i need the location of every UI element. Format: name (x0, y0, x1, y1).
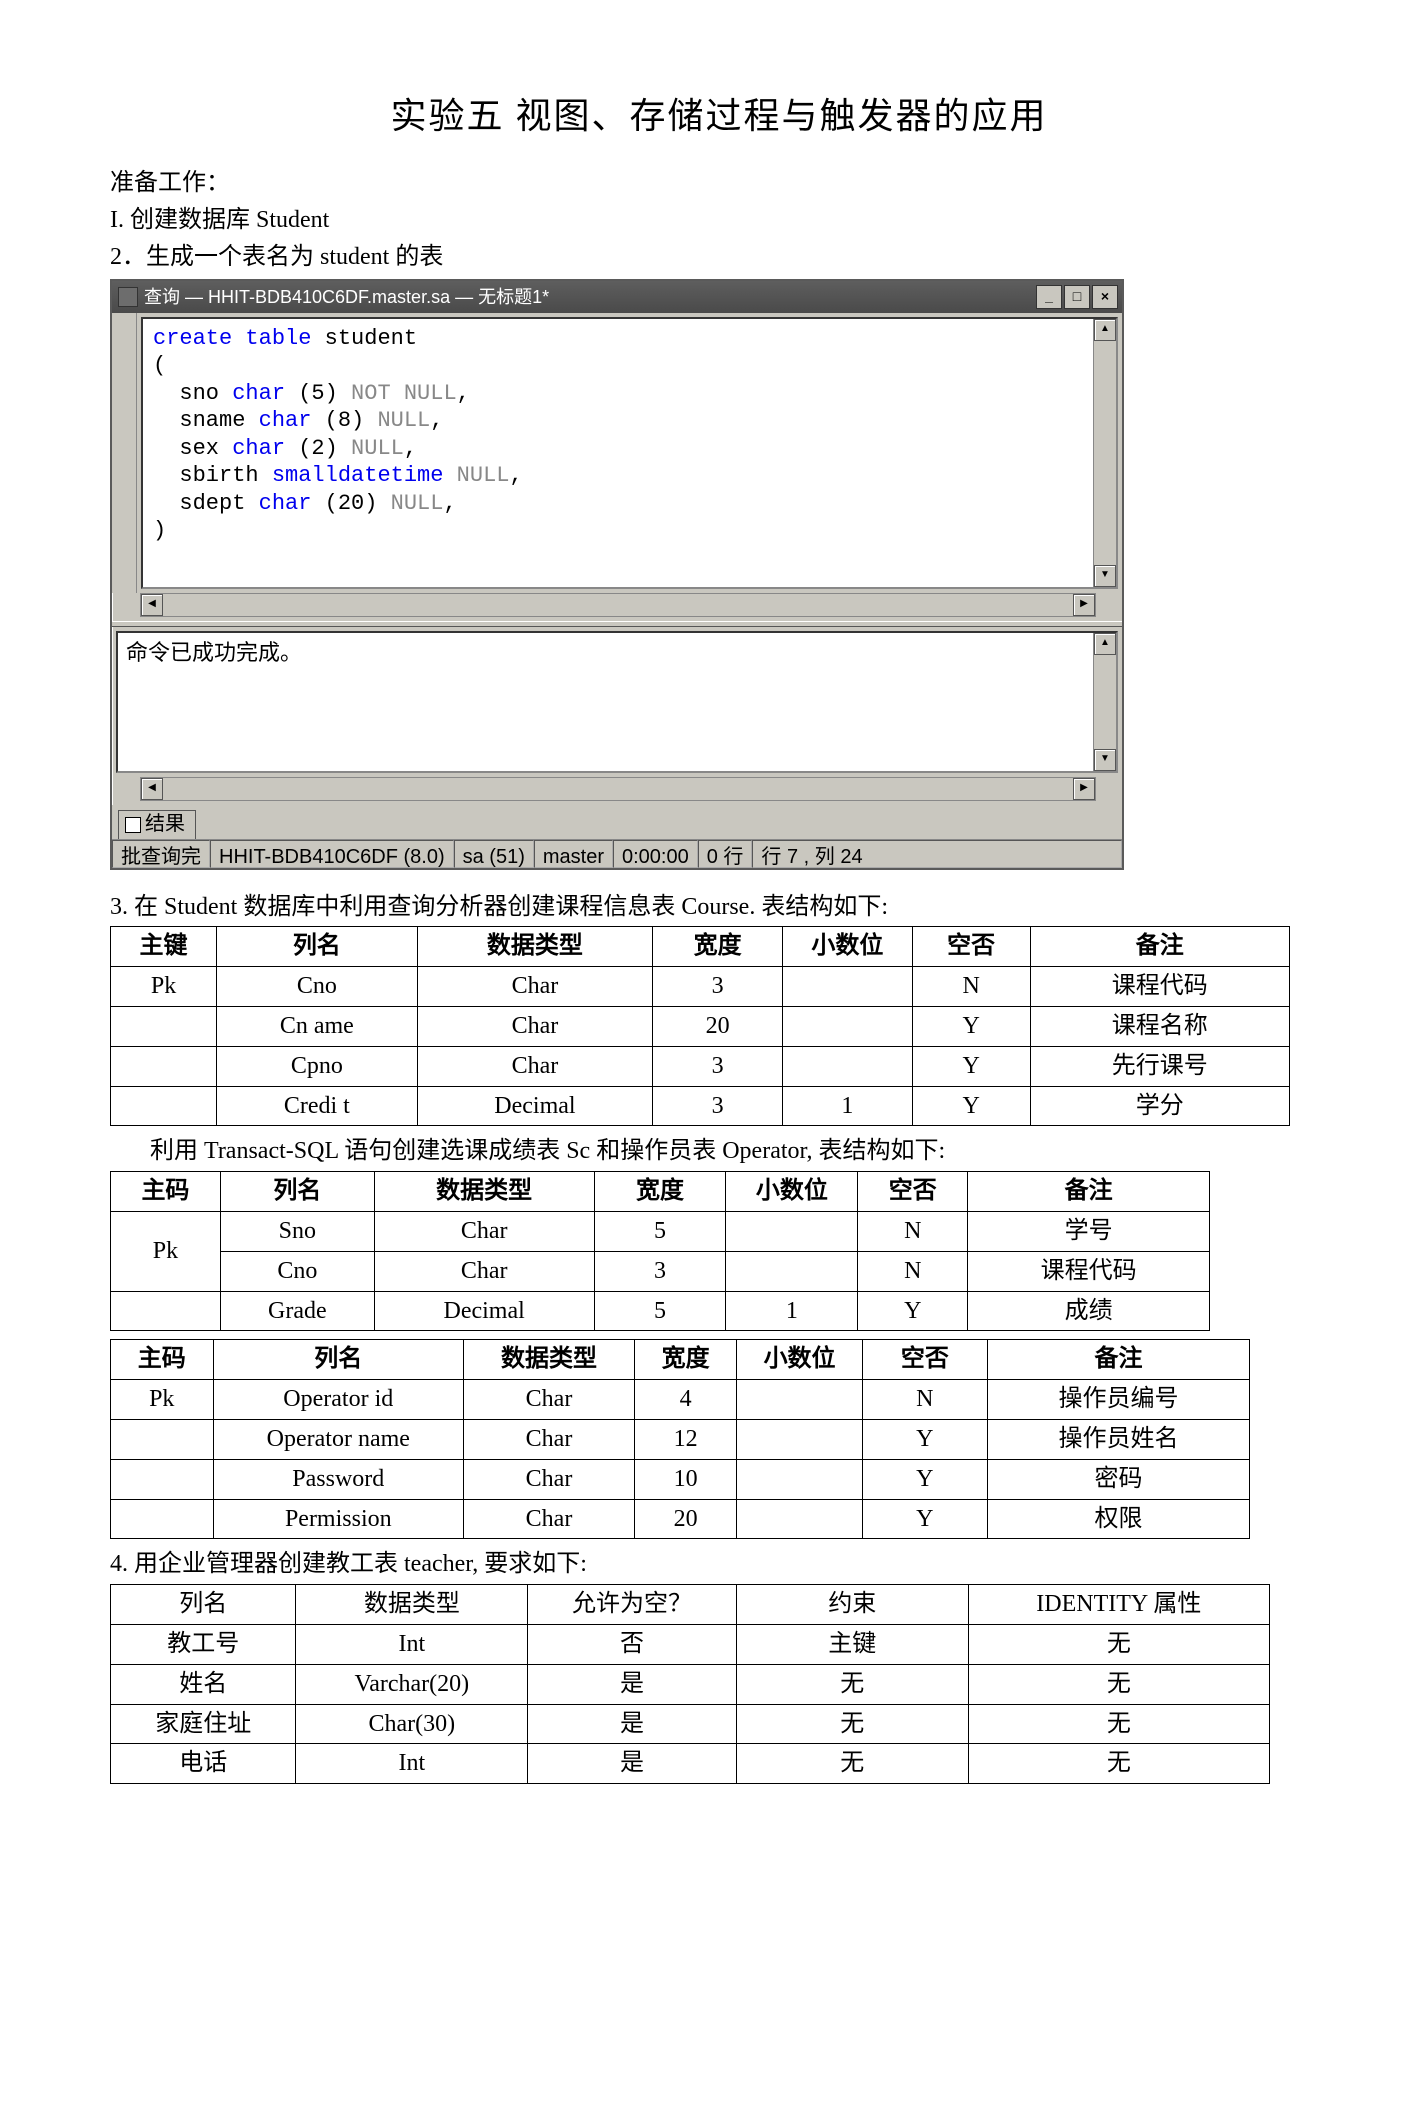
status-rows: 0 行 (698, 840, 753, 868)
table-header-row: 列名数据类型允许为空？约束IDENTITY 属性 (111, 1585, 1270, 1625)
col-scale: 小数位 (783, 927, 913, 967)
window-titlebar[interactable]: 查询 — HHIT-BDB410C6DF.master.sa — 无标题1* _… (112, 281, 1122, 313)
editor-hscrollbar[interactable]: ◀ ▶ (140, 593, 1096, 617)
col-pk: 主键 (111, 927, 217, 967)
window-title: 查询 — HHIT-BDB410C6DF.master.sa — 无标题1* (144, 284, 1036, 310)
scroll-left-icon[interactable]: ◀ (141, 594, 163, 616)
col-remark: 备注 (1030, 927, 1289, 967)
scroll-up-icon[interactable]: ▲ (1094, 633, 1116, 655)
results-tab-icon (125, 817, 141, 833)
table-row: PasswordChar10Y密码 (111, 1459, 1250, 1499)
close-button[interactable]: × (1092, 285, 1118, 309)
table-header-row: 主键 列名 数据类型 宽度 小数位 空否 备注 (111, 927, 1290, 967)
step-2: 2．生成一个表名为 student 的表 (110, 240, 1328, 275)
step-1: I. 创建数据库 Student (110, 203, 1328, 238)
results-vscrollbar[interactable]: ▲ ▼ (1093, 633, 1116, 771)
step-4: 4. 用企业管理器创建教工表 teacher, 要求如下: (110, 1547, 1328, 1582)
table-row: Cn ameChar20Y课程名称 (111, 1006, 1290, 1046)
scroll-left-icon[interactable]: ◀ (141, 778, 163, 800)
status-server: HHIT-BDB410C6DF (8.0) (210, 840, 454, 868)
table-row: PkSnoChar5N学号 (111, 1211, 1210, 1251)
table-row: 家庭住址Char(30)是无无 (111, 1704, 1270, 1744)
table-header-row: 主码列名数据类型宽度小数位空否备注 (111, 1340, 1250, 1380)
scroll-right-icon[interactable]: ▶ (1073, 778, 1095, 800)
query-analyzer-window: 查询 — HHIT-BDB410C6DF.master.sa — 无标题1* _… (110, 279, 1124, 870)
window-icon (118, 287, 138, 307)
tab-label: 结果 (145, 810, 185, 839)
status-cursor: 行 7 , 列 24 (752, 840, 1122, 868)
table-operator: 主码列名数据类型宽度小数位空否备注 PkOperator idChar4N操作员… (110, 1339, 1250, 1539)
col-name: 列名 (217, 927, 417, 967)
table-row: PermissionChar20Y权限 (111, 1499, 1250, 1539)
minimize-button[interactable]: _ (1036, 285, 1062, 309)
table-row: Operator nameChar12Y操作员姓名 (111, 1419, 1250, 1459)
scroll-right-icon[interactable]: ▶ (1073, 594, 1095, 616)
results-hscrollbar[interactable]: ◀ ▶ (140, 777, 1096, 801)
tab-results[interactable]: 结果 (118, 810, 196, 839)
status-user: sa (51) (454, 840, 534, 868)
table-row: 教工号Int否主键无 (111, 1624, 1270, 1664)
status-time: 0:00:00 (613, 840, 698, 868)
maximize-button[interactable]: □ (1064, 285, 1090, 309)
table-row: 电话Int是无无 (111, 1744, 1270, 1784)
results-tabrow: 结果 (112, 805, 1122, 839)
note-sc-operator: 利用 Transact-SQL 语句创建选课成绩表 Sc 和操作员表 Opera… (150, 1134, 1328, 1169)
scroll-down-icon[interactable]: ▼ (1094, 749, 1116, 771)
statusbar: 批查询完 HHIT-BDB410C6DF (8.0) sa (51) maste… (112, 839, 1122, 868)
table-teacher: 列名数据类型允许为空？约束IDENTITY 属性 教工号Int否主键无 姓名Va… (110, 1584, 1270, 1784)
table-header-row: 主码列名数据类型宽度小数位空否备注 (111, 1172, 1210, 1212)
document-page: 实验五 视图、存储过程与触发器的应用 准备工作： I. 创建数据库 Studen… (0, 0, 1428, 2110)
sql-editor-content: create table student ( sno char (5) NOT … (143, 319, 1093, 587)
table-row: Credi tDecimal31Y学分 (111, 1086, 1290, 1126)
table-course: 主键 列名 数据类型 宽度 小数位 空否 备注 PkCnoChar3N课程代码 … (110, 926, 1290, 1126)
table-row: CpnoChar3Y先行课号 (111, 1046, 1290, 1086)
editor-vscrollbar[interactable]: ▲ ▼ (1093, 319, 1116, 587)
results-pane[interactable]: 命令已成功完成。 ▲ ▼ (116, 631, 1118, 773)
scroll-down-icon[interactable]: ▼ (1094, 565, 1116, 587)
status-db: master (534, 840, 613, 868)
table-sc: 主码列名数据类型宽度小数位空否备注 PkSnoChar5N学号 CnoChar3… (110, 1171, 1210, 1331)
status-state: 批查询完 (112, 840, 210, 868)
editor-gutter (112, 313, 137, 593)
scroll-up-icon[interactable]: ▲ (1094, 319, 1116, 341)
prep-label: 准备工作： (110, 166, 1328, 201)
col-width: 宽度 (653, 927, 783, 967)
table-row: 姓名Varchar(20)是无无 (111, 1664, 1270, 1704)
table-row: CnoChar3N课程代码 (111, 1251, 1210, 1291)
col-type: 数据类型 (417, 927, 653, 967)
table-row: PkOperator idChar4N操作员编号 (111, 1380, 1250, 1420)
results-message: 命令已成功完成。 (118, 633, 1093, 771)
col-null: 空否 (912, 927, 1030, 967)
page-title: 实验五 视图、存储过程与触发器的应用 (110, 90, 1328, 142)
table-row: GradeDecimal51Y成绩 (111, 1291, 1210, 1331)
sql-editor[interactable]: create table student ( sno char (5) NOT … (141, 317, 1118, 589)
table-row: PkCnoChar3N课程代码 (111, 967, 1290, 1007)
step-3: 3. 在 Student 数据库中利用查询分析器创建课程信息表 Course. … (110, 890, 1328, 925)
